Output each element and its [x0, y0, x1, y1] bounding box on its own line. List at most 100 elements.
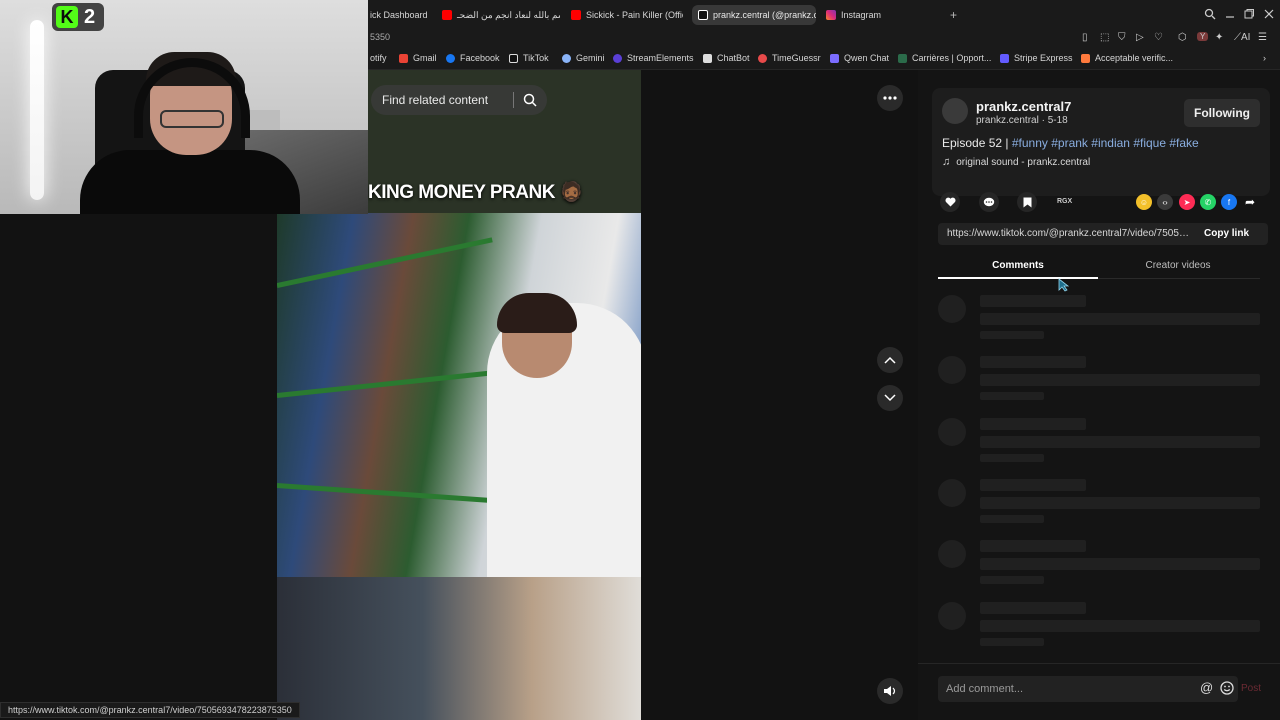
bookmark-gemini[interactable]: Gemini — [562, 53, 605, 63]
bookmark-label: TikTok — [523, 53, 549, 63]
panel-tabs: Comments Creator videos — [938, 255, 1260, 279]
bookmark-streamelements[interactable]: StreamElements — [613, 53, 694, 63]
bookmark-label: Carrières | Opport... — [912, 53, 992, 63]
active-tab-indicator — [938, 277, 1098, 279]
tab-kick-dashboard[interactable]: ick Dashboard — [370, 5, 440, 25]
url-text[interactable]: 5350 — [370, 32, 390, 42]
bookmark-stripe[interactable]: Stripe Express — [1000, 53, 1073, 63]
youtube-icon — [571, 10, 581, 20]
timeguessr-icon — [758, 53, 767, 63]
bookmark-label: TimeGuessr — [772, 53, 821, 63]
tab-label: Sickick - Pain Killer (Offici — [586, 10, 683, 20]
bookmark-qwen[interactable]: Qwen Chat — [830, 53, 889, 63]
add-comment-input[interactable]: Add comment... @ — [938, 676, 1238, 702]
rgx-label: RGX — [1057, 198, 1073, 205]
tab-youtube-arabic[interactable]: أقسم بالله لنعاد انجم من الضحـ — [442, 5, 560, 25]
tab-instagram[interactable]: Instagram — [826, 5, 896, 25]
mouse-cursor-icon — [1058, 278, 1070, 292]
like-button[interactable] — [940, 192, 960, 212]
streamelements-icon — [613, 53, 622, 63]
find-related-search[interactable]: Find related content — [371, 85, 547, 115]
hashtag-link[interactable]: #prank — [1051, 136, 1088, 150]
comment-placeholder: Add comment... — [946, 683, 1024, 695]
more-options-button[interactable] — [877, 85, 903, 111]
bookmark-label: Qwen Chat — [844, 53, 890, 63]
tab-youtube-sickick[interactable]: Sickick - Pain Killer (Offici — [571, 5, 683, 25]
heart-icon[interactable]: ♡ — [1154, 32, 1163, 43]
post-comment-button[interactable]: Post — [1241, 683, 1261, 694]
comment-button[interactable] — [979, 192, 999, 212]
cube-icon[interactable]: ⬡ — [1178, 32, 1187, 43]
author-name[interactable]: prankz.central7 — [976, 99, 1071, 114]
whatsapp-icon[interactable]: ✆ — [1200, 194, 1216, 210]
ai-label: AI — [1241, 32, 1251, 43]
play-icon[interactable]: ▷ — [1136, 32, 1144, 43]
close-window-icon[interactable] — [1263, 8, 1275, 20]
following-button[interactable]: Following — [1184, 99, 1260, 127]
video-frame — [277, 213, 641, 583]
stripe-icon — [1000, 53, 1009, 63]
chatbot-icon — [703, 53, 712, 63]
previous-video-button[interactable] — [877, 347, 903, 373]
tab-comments[interactable]: Comments — [938, 260, 1098, 271]
tab-label: ick Dashboard — [370, 10, 428, 20]
facebook-share-icon[interactable]: f — [1221, 194, 1237, 210]
mention-icon[interactable]: @ — [1200, 680, 1213, 695]
chevron-up-icon — [884, 356, 896, 364]
bookmark-tiktok[interactable]: TikTok — [509, 53, 549, 63]
tab-tiktok-active[interactable]: prankz.central (@prankz.c — [692, 5, 816, 25]
embed-icon[interactable]: ‹› — [1157, 194, 1173, 210]
more-icon — [883, 96, 897, 100]
webcam-glasses — [160, 110, 224, 128]
send-icon[interactable]: ➤ — [1179, 194, 1195, 210]
hashtag-link[interactable]: #funny — [1012, 136, 1048, 150]
heart-icon — [944, 197, 956, 207]
music-note-icon: ♫ — [942, 156, 951, 168]
avatar[interactable] — [942, 98, 968, 124]
favorite-button[interactable] — [1017, 192, 1037, 212]
bookmark-carrieres[interactable]: Carrières | Opport... — [898, 53, 991, 63]
volume-button[interactable] — [877, 678, 903, 704]
details-panel: prankz.central7 prankz.central · 5-18 Fo… — [918, 70, 1280, 720]
share-link-text[interactable]: https://www.tiktok.com/@prankz.central7/… — [947, 228, 1191, 239]
shelf-decor — [277, 237, 493, 288]
carrieres-icon — [898, 53, 907, 63]
hashtag-link[interactable]: #indian — [1091, 136, 1130, 150]
comment-icon — [983, 197, 995, 206]
ai-assistant-icon[interactable]: ⟋AI — [1234, 32, 1250, 43]
copy-link-button[interactable]: Copy link — [1204, 228, 1249, 239]
shield-icon[interactable]: ⛉ — [1118, 32, 1126, 43]
profile-icon[interactable]: Y — [1197, 32, 1209, 41]
screenshot-icon[interactable]: ⬚ — [1100, 32, 1109, 43]
restore-icon[interactable] — [1243, 8, 1255, 20]
bookmark-acceptable[interactable]: Acceptable verific... — [1081, 53, 1173, 63]
bookmark-timeguessr[interactable]: TimeGuessr — [758, 53, 821, 63]
minimize-icon[interactable] — [1224, 8, 1236, 20]
hashtag-link[interactable]: #fake — [1169, 136, 1198, 150]
sound-link[interactable]: ♫ original sound - prankz.central — [942, 156, 1090, 168]
video-subject-hair — [497, 293, 577, 333]
search-icon[interactable] — [522, 92, 538, 108]
share-arrow-icon[interactable]: ➦ — [1242, 194, 1258, 210]
new-tab-button[interactable]: + — [950, 8, 957, 22]
youtube-icon — [442, 10, 452, 20]
bookmark-chatbot[interactable]: ChatBot — [703, 53, 750, 63]
status-bar-url: https://www.tiktok.com/@prankz.central7/… — [0, 702, 300, 718]
next-video-button[interactable] — [877, 385, 903, 411]
tab-creator-videos[interactable]: Creator videos — [1098, 260, 1258, 271]
extension-icon[interactable]: ✦ — [1215, 32, 1223, 43]
description-text: Episode 52 | — [942, 136, 1009, 150]
emoji-icon[interactable] — [1220, 681, 1234, 695]
screen: ick Dashboard أقسم بالله لنعاد انجم من ا… — [0, 0, 1280, 720]
bookmarks-overflow-icon[interactable]: › — [1263, 53, 1266, 63]
bookmark-gmail[interactable]: Gmail — [399, 53, 437, 63]
facebook-icon — [446, 53, 455, 63]
bookmark-label: otify — [370, 53, 387, 63]
search-tabs-icon[interactable] — [1204, 8, 1216, 20]
bookmark-icon[interactable]: ▯ — [1082, 32, 1088, 43]
menu-icon[interactable]: ☰ — [1258, 32, 1267, 43]
bookmark-facebook[interactable]: Facebook — [446, 53, 500, 63]
repost-icon[interactable]: ☺ — [1136, 194, 1152, 210]
bookmark-spotify[interactable]: otify — [370, 53, 387, 63]
hashtag-link[interactable]: #fique — [1133, 136, 1166, 150]
